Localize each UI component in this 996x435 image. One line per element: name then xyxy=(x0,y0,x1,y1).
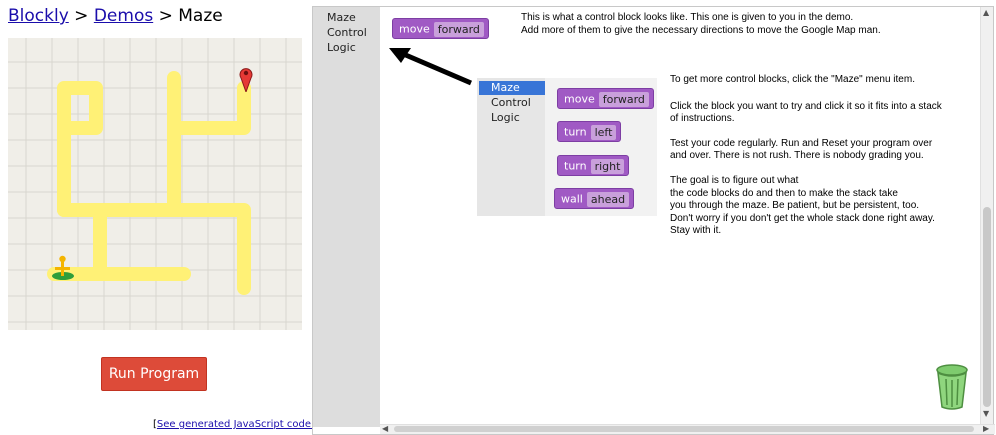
pegman-icon xyxy=(52,255,74,280)
help-text: The goal is to figure out what xyxy=(670,174,799,186)
toolbox: Maze Control Logic xyxy=(313,7,380,427)
block-label: turn xyxy=(564,159,587,173)
help-text: To get more control blocks, click the "M… xyxy=(670,74,915,85)
trash-can-icon[interactable] xyxy=(933,363,971,411)
breadcrumb: Blockly > Demos > Maze xyxy=(8,6,223,26)
block-field[interactable]: left xyxy=(590,124,617,140)
block-field[interactable]: right xyxy=(590,158,625,174)
horizontal-scroll-thumb[interactable] xyxy=(394,426,974,432)
help-text: Add more of them to give the necessary d… xyxy=(521,24,881,36)
scroll-left-icon[interactable]: ◀ xyxy=(382,424,388,433)
scroll-right-icon[interactable]: ▶ xyxy=(983,424,989,433)
block-label: move xyxy=(399,22,430,36)
mini-toolbox-item-maze: Maze xyxy=(491,81,520,94)
run-program-button[interactable]: Run Program xyxy=(101,357,207,391)
pointer-arrow-icon xyxy=(389,48,472,86)
move-forward-block[interactable]: move forward xyxy=(392,18,489,39)
see-generated-code-link[interactable]: See generated JavaScript code. xyxy=(157,419,314,430)
help-text: Test your code regularly. Run and Reset … xyxy=(670,137,933,162)
help-text: the code blocks do and then to make the … xyxy=(670,187,898,199)
breadcrumb-demos-link[interactable]: Demos xyxy=(94,6,153,26)
block-field[interactable]: forward xyxy=(433,21,484,37)
help-text: Stay with it. xyxy=(670,225,722,237)
scroll-up-icon[interactable]: ▲ xyxy=(983,8,989,17)
breadcrumb-separator: > xyxy=(158,6,173,26)
toolbox-item-maze[interactable]: Maze xyxy=(327,11,356,24)
horizontal-scrollbar[interactable]: ◀ ▶ xyxy=(380,424,995,434)
block-field[interactable]: forward xyxy=(598,91,649,107)
breadcrumb-separator: > xyxy=(74,6,89,26)
help-spacer xyxy=(670,87,950,101)
mini-toolbox-item-logic: Logic xyxy=(491,111,520,124)
maze-board xyxy=(8,38,302,330)
help-text: This is what a control block looks like.… xyxy=(521,12,854,23)
block-field[interactable]: ahead xyxy=(586,191,630,207)
help-text: you through the maze. Be patient, but be… xyxy=(670,200,920,212)
toolbox-item-logic[interactable]: Logic xyxy=(327,41,356,54)
blockly-workspace[interactable]: Maze Control Logic move forward This is w… xyxy=(312,6,995,435)
turn-right-block[interactable]: turn right xyxy=(557,155,630,176)
help-spacer xyxy=(670,126,950,138)
vertical-scrollbar[interactable]: ▲ ▼ xyxy=(980,7,993,427)
wall-ahead-block[interactable]: wall ahead xyxy=(554,188,635,209)
help-text: Click the block you want to try and clic… xyxy=(670,100,942,125)
help-spacer xyxy=(670,163,950,175)
mini-toolbox-item-control: Control xyxy=(491,96,531,109)
block-label: wall xyxy=(561,192,583,206)
toolbox-item-control[interactable]: Control xyxy=(327,26,367,39)
breadcrumb-blockly-link[interactable]: Blockly xyxy=(8,6,69,26)
generated-code-link-wrapper: [See generated JavaScript code.] xyxy=(153,419,318,430)
map-marker-icon xyxy=(239,68,253,92)
maze-grid xyxy=(8,38,302,330)
turn-left-block[interactable]: turn left xyxy=(557,121,622,142)
help-intro: This is what a control block looks like.… xyxy=(521,12,921,37)
help-text: Don't worry if you don't get the whole s… xyxy=(670,212,935,224)
help-instructions: To get more control blocks, click the "M… xyxy=(670,74,950,238)
scroll-down-icon[interactable]: ▼ xyxy=(983,409,989,418)
maze-path xyxy=(47,71,251,295)
block-label: turn xyxy=(564,125,587,139)
move-forward-block[interactable]: move forward xyxy=(557,88,654,109)
vertical-scroll-thumb[interactable] xyxy=(983,207,991,407)
page-title: Maze xyxy=(178,6,223,26)
block-label: move xyxy=(564,92,595,106)
